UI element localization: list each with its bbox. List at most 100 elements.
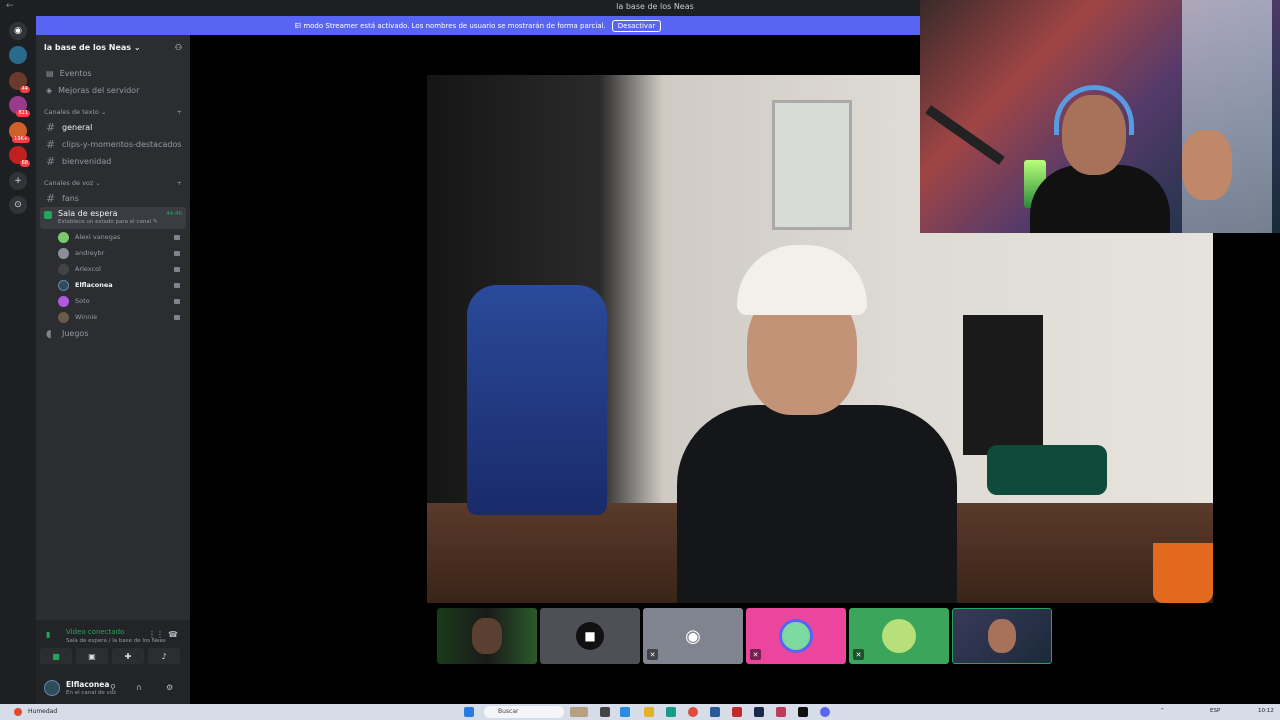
edge-icon[interactable] (666, 707, 676, 717)
mic-muted-icon: ✕ (853, 649, 864, 660)
server-icon[interactable]: 811 (9, 96, 30, 117)
settings-gear-icon[interactable]: ⚙ (166, 683, 173, 692)
taskbar-app-icon[interactable] (570, 707, 588, 717)
discord-taskbar-icon[interactable] (820, 707, 830, 717)
video-gaming-chair (467, 285, 607, 515)
add-channel-icon[interactable]: + (177, 108, 182, 116)
invite-icon[interactable]: ⚇ (175, 43, 182, 52)
voice-channel-sala-de-espera[interactable]: Sala de espera Establece un estado para … (40, 207, 186, 229)
voice-channel-status[interactable]: Establece un estado para el canal ✎ (58, 219, 158, 225)
channel-fans[interactable]: # fans (36, 190, 190, 207)
add-channel-icon[interactable]: + (177, 179, 182, 187)
participant-tile[interactable] (952, 608, 1052, 664)
voice-category[interactable]: Canales de voz ⌄ + (36, 176, 190, 190)
os-taskbar: Humedad Buscar ⌃ ESP 10:12 (0, 704, 1280, 720)
participant-tile[interactable]: ■ (540, 608, 640, 664)
mic-muted-icon (174, 250, 180, 256)
signal-icon[interactable]: ▮ (46, 630, 54, 640)
participant-video (988, 619, 1016, 653)
steam-icon[interactable] (754, 707, 764, 717)
server-icon[interactable] (9, 46, 27, 64)
mention-badge: 811 (16, 110, 30, 117)
windows-start-icon[interactable] (464, 707, 474, 717)
participant-tile[interactable]: ✕ (746, 608, 846, 664)
microphone-icon[interactable]: ⚲ (110, 683, 116, 692)
boost-item[interactable]: ◈ Mejoras del servidor (36, 82, 190, 99)
server-icon[interactable]: 68 (9, 146, 30, 167)
user-panel: Elflaconea En el canal de voz ⚲ ∩ ⚙ (36, 672, 190, 704)
chrome-icon[interactable] (688, 707, 698, 717)
noise-suppression-icon[interactable]: ⋮⋮ (148, 630, 164, 639)
voice-member[interactable]: Elflaconea (36, 277, 190, 293)
server-icon[interactable]: 19K+ (9, 122, 30, 143)
participant-tile[interactable]: ◉ ✕ (643, 608, 743, 664)
username: Elflaconea (66, 680, 110, 689)
boost-icon: ◈ (46, 86, 53, 95)
server-header[interactable]: la base de los Neas ⌄ ⚇ (36, 35, 190, 59)
headphones-icon[interactable]: ∩ (136, 683, 142, 692)
voice-member[interactable]: Winnie (36, 309, 190, 325)
server-icon[interactable]: 44 (9, 72, 30, 93)
channel-bienvenidad[interactable]: # bienvenidad (36, 153, 190, 170)
channel-label: fans (62, 194, 79, 203)
text-category[interactable]: Canales de texto ⌄ + (36, 105, 190, 119)
channel-label: general (62, 123, 93, 132)
participant-tile[interactable] (437, 608, 537, 664)
camera-button[interactable]: ■ (40, 648, 72, 664)
clock[interactable]: 10:12 (1258, 708, 1274, 714)
video-office-chair (963, 315, 1043, 455)
tray-chevron-icon[interactable]: ⌃ (1160, 708, 1165, 714)
taskbar-search[interactable]: Buscar (484, 706, 564, 718)
video-office-chair-seat (987, 445, 1107, 495)
webcam-person-body (1030, 165, 1170, 233)
voice-member[interactable]: Alexi vanegas (36, 229, 190, 245)
deactivate-button[interactable]: Desactivar (611, 19, 662, 32)
hash-icon: # (46, 192, 56, 205)
channel-sidebar: la base de los Neas ⌄ ⚇ ▤ Eventos ◈ Mejora… (36, 35, 190, 704)
channel-juegos[interactable]: ◖ Juegos (36, 325, 190, 342)
camera-icon: ■ (576, 622, 604, 650)
mic-muted-icon (174, 234, 180, 240)
taskbar-app-icon[interactable] (710, 707, 720, 717)
voice-member[interactable]: andreybr (36, 245, 190, 261)
category-label: Canales de texto ⌄ (44, 108, 107, 116)
events-item[interactable]: ▤ Eventos (36, 65, 190, 82)
file-explorer-icon[interactable] (644, 707, 654, 717)
explore-icon[interactable]: ⊙ (9, 196, 27, 214)
channel-general[interactable]: # general (36, 119, 190, 136)
channel-clips[interactable]: # clips-y-momentos-destacados (36, 136, 190, 153)
voice-member[interactable]: Arlexcol (36, 261, 190, 277)
webcam-person (1030, 85, 1170, 233)
user-status: En el canal de voz (66, 690, 117, 696)
taskbar-app-icon[interactable] (620, 707, 630, 717)
activities-button[interactable]: ✚ (112, 648, 144, 664)
weather-label[interactable]: Humedad (28, 708, 57, 715)
voice-connection-panel: ▮ Video conectado Sala de espera / la ba… (36, 620, 190, 704)
video-person (677, 245, 957, 603)
mic-muted-icon (174, 298, 180, 304)
camera-icon (174, 266, 180, 272)
weather-icon[interactable] (14, 708, 22, 716)
screen-share-button[interactable]: ▣ (76, 648, 108, 664)
taskbar-app-icon[interactable] (776, 707, 786, 717)
add-server-icon[interactable]: + (9, 172, 27, 190)
mic-muted-icon: ✕ (750, 649, 761, 660)
task-view-icon[interactable] (600, 707, 610, 717)
webcam-overlay (920, 0, 1280, 233)
webcam-mic-arm (925, 105, 1005, 165)
discord-home-icon[interactable]: ◉ (9, 22, 27, 40)
member-name: andreybr (75, 249, 105, 257)
camera-icon (174, 314, 180, 320)
disconnect-icon[interactable]: ☎ (168, 630, 178, 639)
soundboard-button[interactable]: ♪ (148, 648, 180, 664)
server-name: la base de los Neas ⌄ (44, 42, 141, 52)
voice-member[interactable]: Soto (36, 293, 190, 309)
mention-badge: 19K+ (12, 136, 30, 143)
voice-timer: 44:46 (166, 211, 182, 217)
tiktok-icon[interactable] (798, 707, 808, 717)
video-electric-box (772, 100, 852, 230)
avatar[interactable] (44, 680, 60, 696)
participant-tile[interactable]: ✕ (849, 608, 949, 664)
taskbar-app-icon[interactable] (732, 707, 742, 717)
language-indicator[interactable]: ESP (1210, 708, 1220, 714)
